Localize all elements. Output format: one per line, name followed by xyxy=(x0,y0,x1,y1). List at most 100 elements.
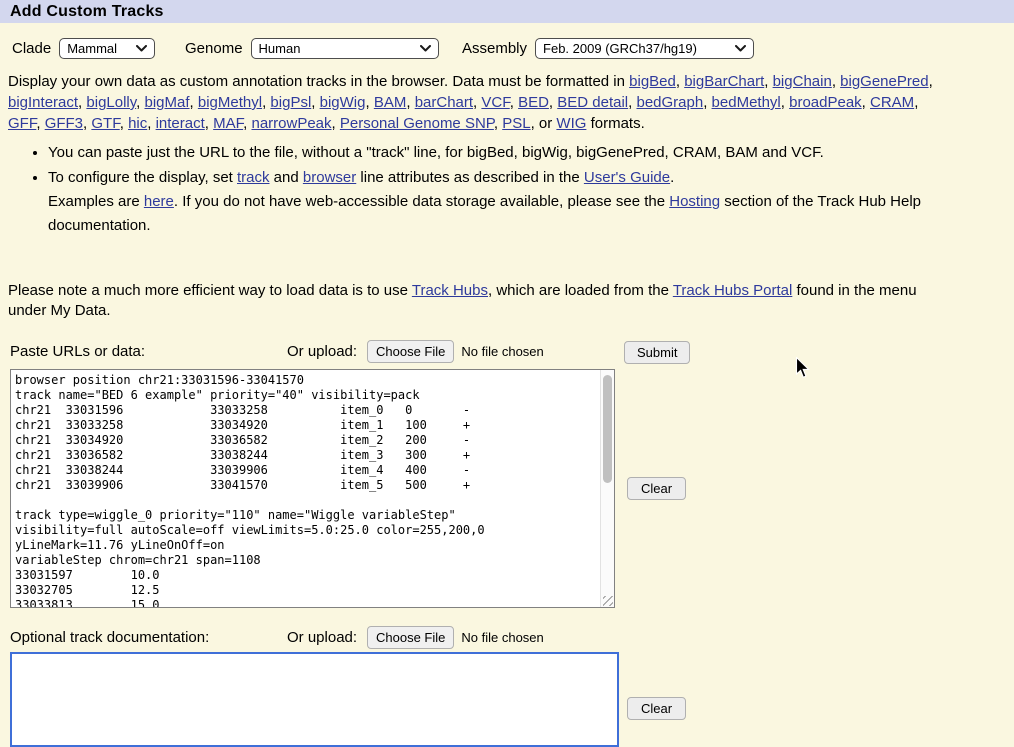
chevron-down-icon xyxy=(136,45,147,52)
title-bar: Add Custom Tracks xyxy=(0,0,1014,23)
link[interactable]: browser xyxy=(303,169,356,186)
assembly-select[interactable]: Feb. 2009 (GRCh37/hg19) xyxy=(535,38,754,59)
text-segment: You can paste just the URL to the file, … xyxy=(48,144,824,161)
choose-file-button[interactable]: Choose File xyxy=(367,626,454,649)
text-segment: , xyxy=(781,94,789,111)
text-segment: , xyxy=(311,94,319,111)
text-segment: , xyxy=(332,115,340,132)
link[interactable]: VCF xyxy=(481,94,509,111)
submit-button[interactable]: Submit xyxy=(624,341,690,364)
link[interactable]: Track Hubs xyxy=(412,282,488,299)
scrollbar-thumb[interactable] xyxy=(603,375,612,483)
text-segment: under My Data. xyxy=(8,302,111,319)
doc-row: Optional track documentation: Or upload:… xyxy=(0,626,1014,652)
text-segment: . xyxy=(670,169,674,186)
link[interactable]: broadPeak xyxy=(789,94,862,111)
text-segment: , xyxy=(120,115,128,132)
link[interactable]: BAM xyxy=(374,94,407,111)
page-title: Add Custom Tracks xyxy=(0,0,1014,23)
link[interactable]: bigMaf xyxy=(145,94,190,111)
link[interactable]: here xyxy=(144,193,174,210)
text-segment: , xyxy=(676,73,684,90)
link[interactable]: GFF3 xyxy=(45,115,83,132)
or-upload-label: Or upload: xyxy=(287,343,357,360)
link[interactable]: bedGraph xyxy=(636,94,703,111)
paste-urls-label: Paste URLs or data: xyxy=(10,343,145,360)
clade-label: Clade xyxy=(12,40,51,57)
formats-paragraph: Display your own data as custom annotati… xyxy=(8,71,1014,134)
link[interactable]: bigGenePred xyxy=(840,73,928,90)
link[interactable]: BED xyxy=(518,94,549,111)
text-segment: documentation. xyxy=(48,217,151,234)
text-segment: and xyxy=(270,169,303,186)
text-segment: To configure the display, set xyxy=(48,169,237,186)
link[interactable]: MAF xyxy=(213,115,243,132)
list-item: To configure the display, set track and … xyxy=(48,166,1014,238)
text-segment: , xyxy=(365,94,373,111)
text-segment: , xyxy=(510,94,518,111)
text-segment: , which are loaded from the xyxy=(488,282,673,299)
clear-paste-button[interactable]: Clear xyxy=(627,477,686,500)
optional-doc-label: Optional track documentation: xyxy=(10,629,209,646)
text-segment: , xyxy=(147,115,155,132)
link[interactable]: barChart xyxy=(415,94,473,111)
link[interactable]: bigBarChart xyxy=(684,73,764,90)
link[interactable]: GTF xyxy=(91,115,119,132)
link[interactable]: CRAM xyxy=(870,94,914,111)
choose-file-button[interactable]: Choose File xyxy=(367,340,454,363)
assembly-selected-value: Feb. 2009 (GRCh37/hg19) xyxy=(543,41,697,56)
notes-list: You can paste just the URL to the file, … xyxy=(8,141,1014,239)
link[interactable]: hic xyxy=(128,115,147,132)
genome-selected-value: Human xyxy=(259,41,301,56)
text-segment: , xyxy=(190,94,198,111)
link[interactable]: Personal Genome SNP xyxy=(340,115,494,132)
no-file-chosen-text: No file chosen xyxy=(461,630,543,645)
link[interactable]: narrowPeak xyxy=(251,115,331,132)
text-segment: , or xyxy=(531,115,557,132)
link[interactable]: User's Guide xyxy=(584,169,670,186)
link[interactable]: bigLolly xyxy=(86,94,136,111)
genome-label: Genome xyxy=(185,40,243,57)
text-segment: , xyxy=(929,73,933,90)
doc-textarea[interactable] xyxy=(10,652,619,747)
link[interactable]: Hosting xyxy=(669,193,720,210)
link[interactable]: Track Hubs Portal xyxy=(673,282,792,299)
text-segment: Examples are xyxy=(48,193,144,210)
link[interactable]: GFF xyxy=(8,115,36,132)
assembly-control-group: Assembly Feb. 2009 (GRCh37/hg19) xyxy=(462,37,754,59)
text-segment: , xyxy=(494,115,502,132)
link[interactable]: bigPsl xyxy=(270,94,311,111)
genome-select[interactable]: Human xyxy=(251,38,439,59)
no-file-chosen-text: No file chosen xyxy=(461,344,543,359)
link[interactable]: BED detail xyxy=(557,94,628,111)
link[interactable]: PSL xyxy=(502,115,530,132)
file-input: Choose File No file chosen xyxy=(367,626,544,649)
text-segment: , xyxy=(832,73,840,90)
link[interactable]: interact xyxy=(156,115,205,132)
link[interactable]: bigBed xyxy=(629,73,676,90)
paste-textarea[interactable]: browser position chr21:33031596-33041570… xyxy=(10,369,615,608)
vertical-scrollbar[interactable] xyxy=(600,370,614,607)
chevron-down-icon xyxy=(420,45,431,52)
clear-doc-button[interactable]: Clear xyxy=(627,697,686,720)
text-segment: section of the Track Hub Help xyxy=(720,193,921,210)
track-hubs-note: Please note a much more efficient way to… xyxy=(8,281,1014,321)
text-segment: , xyxy=(914,94,918,111)
link[interactable]: bigMethyl xyxy=(198,94,262,111)
link[interactable]: bedMethyl xyxy=(712,94,781,111)
link[interactable]: bigChain xyxy=(773,73,832,90)
chevron-down-icon xyxy=(735,45,746,52)
text-segment: , xyxy=(862,94,870,111)
link[interactable]: bigWig xyxy=(320,94,366,111)
text-segment: , xyxy=(205,115,213,132)
paste-textarea-content: browser position chr21:33031596-33041570… xyxy=(15,373,599,607)
link[interactable]: bigInteract xyxy=(8,94,78,111)
text-segment: Please note a much more efficient way to… xyxy=(8,282,412,299)
text-segment: , xyxy=(703,94,711,111)
link[interactable]: track xyxy=(237,169,270,186)
text-segment: found in the menu xyxy=(792,282,916,299)
text-segment: , xyxy=(36,115,44,132)
clade-select[interactable]: Mammal xyxy=(59,38,155,59)
link[interactable]: WIG xyxy=(556,115,586,132)
resize-handle-icon[interactable] xyxy=(603,596,613,606)
